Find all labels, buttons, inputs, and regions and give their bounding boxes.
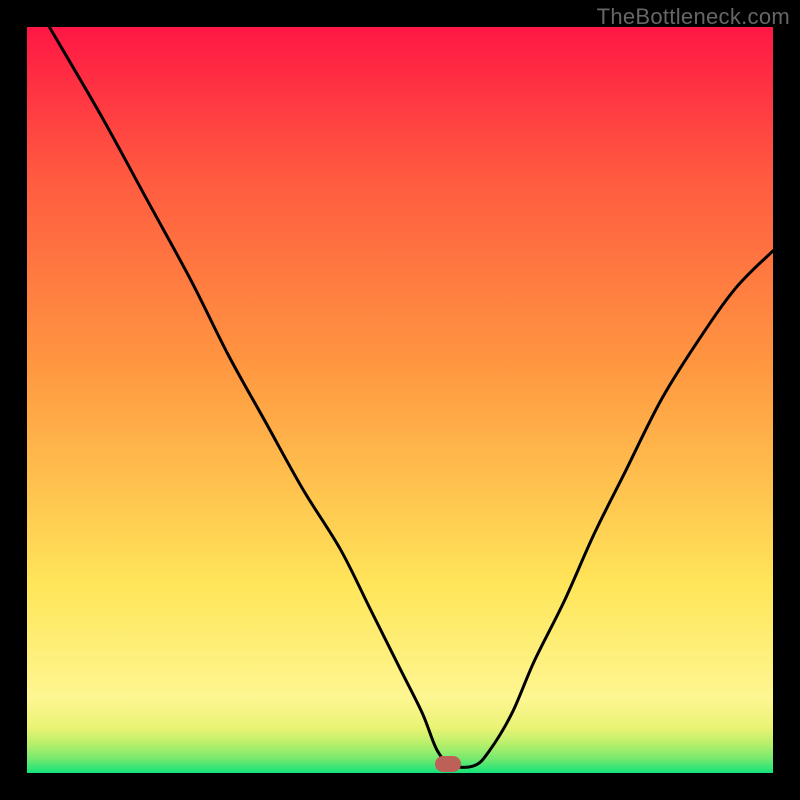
plot-svg — [27, 27, 773, 773]
optimal-marker — [435, 756, 461, 772]
plot-area — [27, 27, 773, 773]
chart-frame: TheBottleneck.com — [0, 0, 800, 800]
